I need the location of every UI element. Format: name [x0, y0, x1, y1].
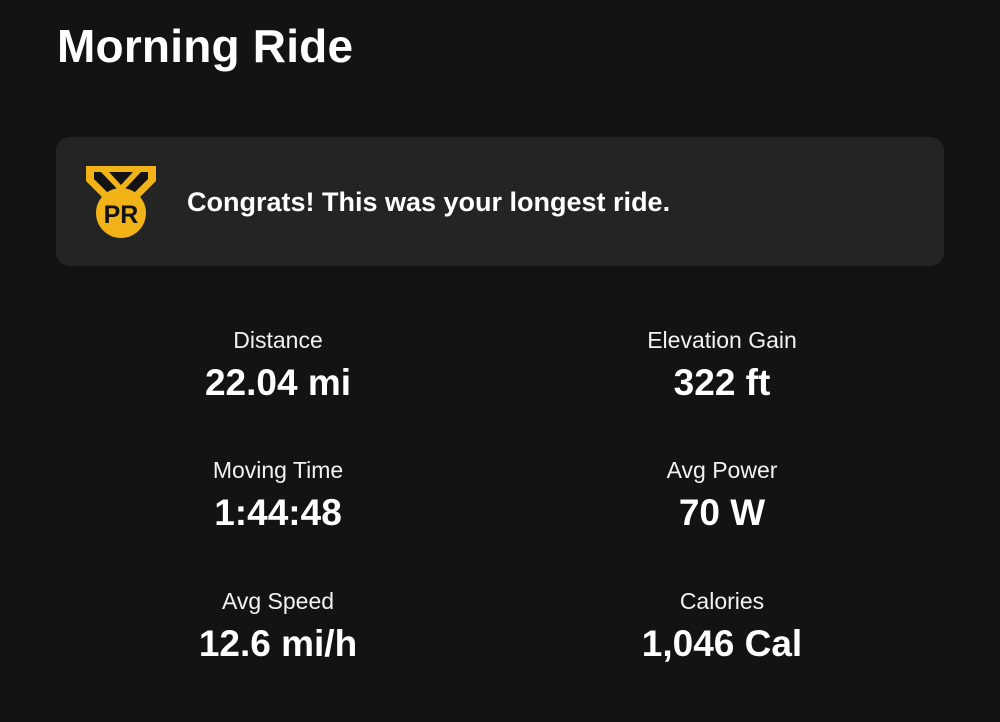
stat-label: Avg Speed [221, 588, 335, 614]
achievement-message: Congrats! This was your longest ride. [187, 187, 671, 217]
activity-title: Morning Ride [57, 20, 354, 72]
stat-label: Avg Power [666, 457, 778, 483]
stat-label: Elevation Gain [647, 327, 797, 353]
stat-label: Distance [233, 327, 323, 353]
stat-value: 12.6 mi/h [198, 623, 358, 664]
stat-moving-time: Moving Time 1:44:48 [128, 455, 428, 535]
stat-value: 1:44:48 [214, 492, 342, 533]
pr-medal-icon: PR [84, 163, 158, 239]
stat-elevation-gain: Elevation Gain 322 ft [572, 325, 872, 405]
stat-value: 70 W [678, 492, 766, 533]
stat-distance: Distance 22.04 mi [128, 325, 428, 405]
stat-value: 22.04 mi [204, 362, 352, 403]
stat-label: Calories [679, 588, 765, 614]
stat-label: Moving Time [212, 457, 344, 483]
stat-avg-speed: Avg Speed 12.6 mi/h [128, 586, 428, 666]
stat-value: 322 ft [673, 362, 771, 403]
pr-badge-text: PR [104, 201, 139, 229]
stat-value: 1,046 Cal [641, 623, 803, 664]
stat-calories: Calories 1,046 Cal [572, 586, 872, 666]
stat-avg-power: Avg Power 70 W [572, 455, 872, 535]
